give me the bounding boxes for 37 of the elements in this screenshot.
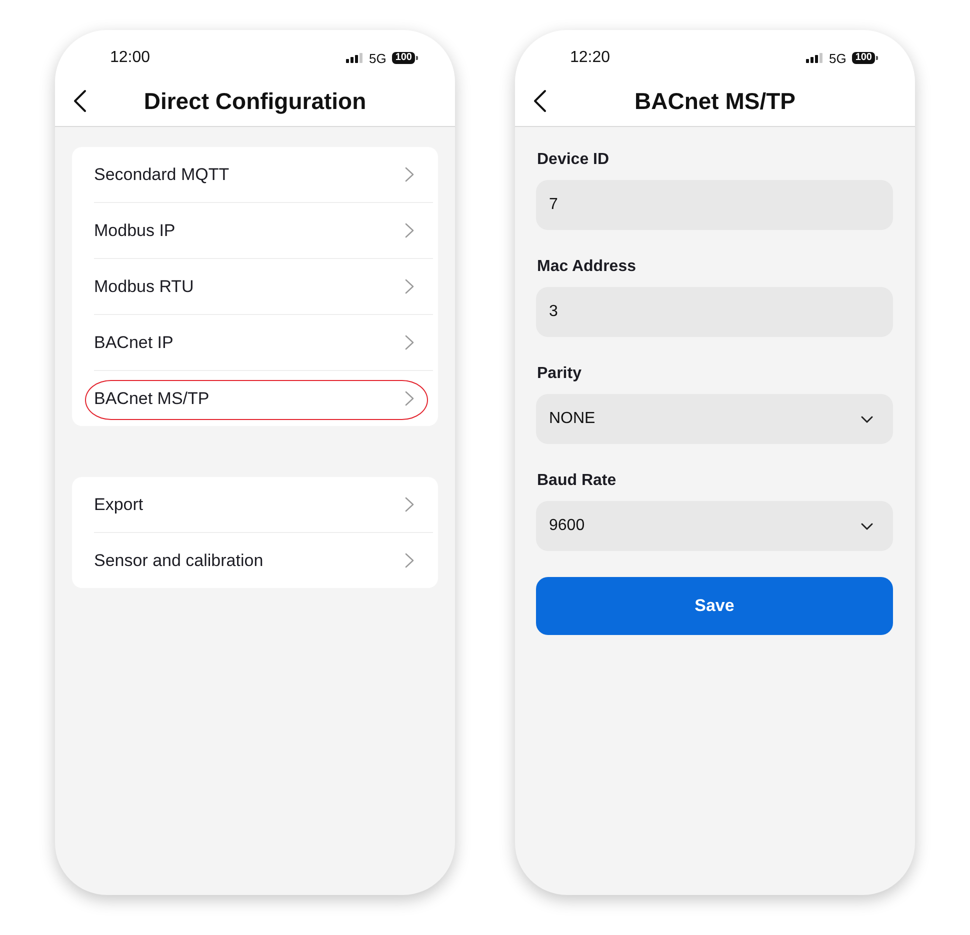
menu-item[interactable]: Export [72,477,438,532]
chevron-right-icon [405,335,414,350]
dropdown-field[interactable]: NONE [536,394,893,444]
field-label: Baud Rate [537,471,616,491]
battery-indicator: 100 [852,52,878,64]
field-label: Mac Address [537,257,636,277]
chevron-right-icon [405,167,414,182]
back-icon[interactable] [533,89,547,113]
field-label: Device ID [537,150,610,170]
caret-icon [861,522,873,530]
dropdown-field[interactable]: 9600 [536,501,893,551]
save-button[interactable]: Save [536,577,893,635]
menu-item[interactable]: Secondard MQTT [72,147,438,202]
status-time: 12:20 [570,49,610,67]
network-label: 5G [828,50,846,66]
menu-item[interactable]: Modbus RTU [72,259,438,314]
menu-item[interactable]: Modbus IP [72,203,438,258]
screen-title: BACnet MS/TP [634,88,796,114]
back-icon[interactable] [73,89,87,113]
chevron-right-icon [405,553,414,568]
screen-title: Direct Configuration [142,88,368,114]
network-label: 5G [368,50,386,66]
battery-indicator: 100 [392,52,418,64]
chevron-right-icon [405,391,414,406]
menu-item[interactable]: Sensor and calibration [72,533,438,588]
signal-icon [806,53,823,63]
chevron-right-icon [405,497,414,512]
chevron-right-icon [405,223,414,238]
status-time: 12:00 [110,49,150,67]
signal-icon [346,53,363,63]
caret-icon [861,416,873,422]
chevron-right-icon [405,279,414,294]
field-label: Parity [537,364,582,384]
text-field[interactable]: 7 [536,180,893,230]
menu-item[interactable]: BACnet MS/TP [72,371,438,426]
menu-item[interactable]: BACnet IP [72,315,438,370]
text-field[interactable]: 3 [536,287,893,337]
